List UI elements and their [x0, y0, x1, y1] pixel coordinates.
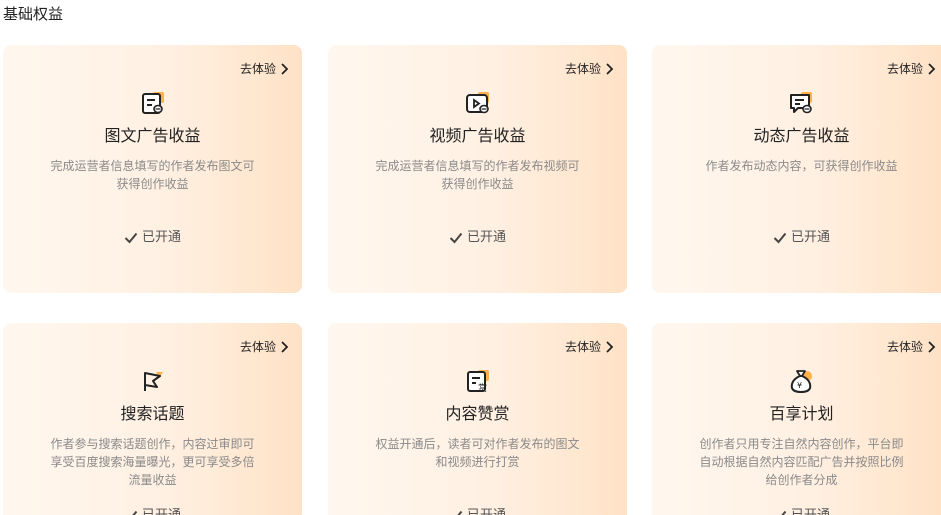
card-description: 完成运营者信息填写的作者发布图文可 获得创作收益	[50, 159, 255, 191]
card-content-reward: 去体验 赏 内容赞赏 权益开通后，读者可对作者发布的图文 和视频进行打赏 已开通	[328, 323, 627, 515]
card-title: 内容赞赏	[445, 404, 510, 423]
card-search-topic: 去体验 搜索话题 作者参与搜索话题创作，内容过审即可 享受百度搜索海量曝光，更可…	[3, 323, 302, 515]
chevron-right-icon	[281, 341, 289, 353]
chevron-right-icon	[281, 63, 289, 75]
card-moment-ad-revenue: 去体验 动态广告收益 作者发布动态内容，可获得创作收益 已开通	[652, 45, 941, 293]
status-enabled: 已开通	[328, 507, 627, 515]
card-description: 权益开通后，读者可对作者发布的图文 和视频进行打赏	[375, 437, 580, 469]
card-article-ad-revenue: 去体验 图文广告收益 完成运营者信息填写的作者发布图文可 获得创作收益 已开通	[3, 45, 302, 293]
flag-icon	[139, 367, 167, 395]
card-title: 搜索话题	[120, 404, 185, 423]
message-coin-icon	[787, 89, 815, 117]
try-link[interactable]: 去体验	[887, 61, 937, 77]
reward-icon: 赏	[464, 367, 492, 395]
video-coin-icon	[464, 89, 492, 117]
card-video-ad-revenue: 去体验 视频广告收益 完成运营者信息填写的作者发布视频可 获得创作收益 已开通	[328, 45, 627, 293]
check-icon	[449, 232, 463, 244]
card-title: 视频广告收益	[429, 126, 526, 145]
chevron-right-icon	[606, 63, 614, 75]
article-coin-icon	[139, 89, 167, 117]
try-link[interactable]: 去体验	[565, 61, 615, 77]
card-description: 作者参与搜索话题创作，内容过审即可 享受百度搜索海量曝光，更可享受多倍 流量收益	[50, 437, 255, 487]
check-icon	[124, 232, 138, 244]
try-link-label: 去体验	[239, 340, 276, 354]
svg-text:¥: ¥	[797, 381, 802, 390]
chevron-right-icon	[928, 63, 936, 75]
try-link[interactable]: 去体验	[565, 339, 615, 355]
card-description: 作者发布动态内容，可获得创作收益	[705, 159, 898, 173]
card-description: 完成运营者信息填写的作者发布视频可 获得创作收益	[375, 159, 580, 191]
check-icon	[132, 510, 138, 515]
status-enabled: 已开通	[3, 507, 302, 515]
try-link-label: 去体验	[239, 62, 276, 76]
chevron-right-icon	[928, 341, 936, 353]
status-enabled: 已开通	[652, 507, 941, 515]
status-enabled: 已开通	[652, 229, 941, 247]
svg-text:赏: 赏	[478, 382, 487, 394]
check-icon	[773, 232, 787, 244]
try-link[interactable]: 去体验	[240, 61, 290, 77]
status-enabled: 已开通	[328, 229, 627, 247]
check-icon	[781, 510, 787, 515]
try-link-label: 去体验	[564, 340, 601, 354]
try-link[interactable]: 去体验	[240, 339, 290, 355]
section-title: 基础权益	[3, 5, 64, 23]
card-title: 动态广告收益	[753, 126, 850, 145]
try-link-label: 去体验	[886, 340, 923, 354]
status-enabled: 已开通	[3, 229, 302, 247]
card-title: 图文广告收益	[104, 126, 201, 145]
card-description: 创作者只用专注自然内容创作，平台即 自动根据自然内容匹配广告并按照比例 给创作者…	[699, 437, 904, 487]
try-link[interactable]: 去体验	[887, 339, 937, 355]
card-title: 百享计划	[769, 404, 834, 423]
chevron-right-icon	[606, 341, 614, 353]
money-bag-icon: ¥	[787, 367, 815, 395]
try-link-label: 去体验	[564, 62, 601, 76]
card-baixiang-plan: 去体验 ¥ 百享计划 创作者只用专注自然内容创作，平台即 自动根据自然内容匹配广…	[652, 323, 941, 515]
try-link-label: 去体验	[886, 62, 923, 76]
check-icon	[457, 510, 463, 515]
